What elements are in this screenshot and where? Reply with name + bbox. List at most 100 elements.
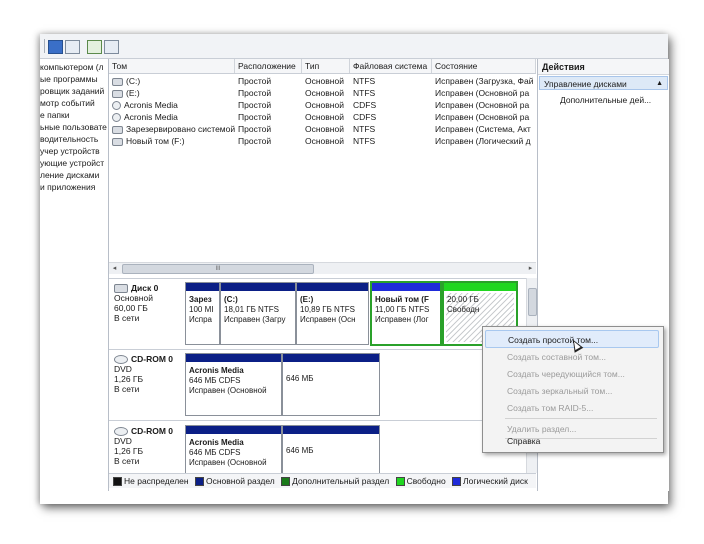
legend-swatch	[281, 477, 291, 487]
menu-item-new-raid5-volume[interactable]: Создать том RAID-5...	[485, 399, 659, 417]
nav-item-task-scheduler[interactable]: ровщик заданий	[40, 85, 104, 97]
partition-f-logical[interactable]: Новый том (F 11,00 ГБ NTFS Исправен (Лог	[370, 281, 442, 346]
legend-item: Основной раздел	[194, 474, 275, 488]
table-row[interactable]: (C:) Простой Основной NTFS Исправен (Заг…	[109, 75, 536, 87]
legend-swatch	[113, 477, 122, 487]
nav-item-performance[interactable]: водительность	[40, 133, 98, 145]
volume-status: Исправен (Система, Акт	[435, 124, 531, 134]
menu-separator	[505, 418, 657, 419]
actions-more[interactable]: Дополнительные дей...	[560, 94, 651, 106]
refresh-icon[interactable]	[87, 40, 102, 54]
disk-icon	[114, 284, 128, 294]
volume-filesystem: CDFS	[353, 112, 377, 122]
partition-cd-size[interactable]: 646 МБ	[282, 425, 380, 474]
volume-layout: Простой	[238, 100, 272, 110]
volume-status: Исправен (Загрузка, Фай	[435, 76, 534, 86]
partition-bar	[297, 283, 368, 291]
actions-title: Действия	[538, 59, 669, 75]
nav-item-computer-management[interactable]: компьютером (л	[40, 61, 104, 73]
volume-filesystem: CDFS	[353, 100, 377, 110]
collapse-arrow-icon[interactable]: ▲	[656, 77, 663, 91]
volume-status: Исправен (Основной ра	[435, 88, 530, 98]
volume-filesystem: NTFS	[353, 124, 376, 134]
column-header-filesystem[interactable]: Файловая система	[350, 59, 432, 73]
scroll-left-icon[interactable]: ◂	[109, 263, 120, 274]
nav-item-shared-folders[interactable]: е папки	[40, 109, 70, 121]
column-header-type[interactable]: Тип	[302, 59, 350, 73]
table-row[interactable]: Acronis Media Простой Основной CDFS Испр…	[109, 99, 536, 111]
menu-item-help[interactable]: Справка	[485, 432, 659, 450]
volume-layout: Простой	[238, 88, 272, 98]
toolbar-separator	[44, 39, 45, 53]
volume-list-hscrollbar[interactable]: ◂ III ▸	[109, 262, 536, 274]
partition-acronis-media[interactable]: Acronis Media 646 МБ CDFS Исправен (Основн…	[185, 353, 282, 416]
disk-icon	[112, 137, 123, 146]
column-header-volume[interactable]: Том	[109, 59, 235, 73]
hscroll-thumb[interactable]: III	[122, 264, 314, 274]
table-row[interactable]: Acronis Media Простой Основной CDFS Испр…	[109, 111, 536, 123]
nav-item-disk-management[interactable]: ление дисками	[40, 169, 99, 181]
disk-icon	[112, 89, 123, 98]
volume-status: Исправен (Основной ра	[435, 112, 530, 122]
nav-item-programs[interactable]: ые программы	[40, 73, 98, 85]
nav-item-applications[interactable]: и приложения	[40, 181, 95, 193]
help-icon[interactable]	[48, 40, 63, 54]
volume-type: Основной	[305, 124, 344, 134]
toolbar	[40, 34, 668, 59]
column-header-layout[interactable]: Расположение	[235, 59, 302, 73]
cdrom-0-label[interactable]: CD-ROM 0 DVD 1,26 ГБ В сети	[114, 354, 180, 394]
legend-swatch	[194, 477, 204, 487]
menu-item-new-striped-volume[interactable]: Создать чередующийся том...	[485, 365, 659, 383]
column-header-status[interactable]: Состояние	[432, 59, 536, 73]
actions-disk-management[interactable]: Управление дисками ▲	[539, 76, 668, 90]
volume-layout: Простой	[238, 136, 272, 146]
nav-item-event-viewer[interactable]: мотр событий	[40, 97, 95, 109]
volume-name: Зарезервировано системой	[109, 123, 235, 135]
disk-separator	[109, 420, 526, 421]
partition-bar	[283, 354, 379, 362]
partition-cd-size[interactable]: 646 МБ	[282, 353, 380, 416]
volume-type: Основной	[305, 100, 344, 110]
disk-graphical-view: Диск 0 Основной 60,00 ГБ В сети Зарез 100…	[109, 278, 526, 474]
partition-bar	[186, 354, 281, 362]
vscroll-thumb[interactable]	[528, 288, 537, 316]
legend-item: Логический диск	[452, 474, 528, 488]
console-icon[interactable]	[65, 40, 80, 54]
volume-filesystem: NTFS	[353, 136, 376, 146]
partition-e[interactable]: (E:) 10,89 ГБ NTFS Исправен (Осн	[296, 282, 369, 345]
table-row[interactable]: (E:) Простой Основной NTFS Исправен (Осн…	[109, 87, 536, 99]
cdrom-0-label-second[interactable]: CD-ROM 0 DVD 1,26 ГБ В сети	[114, 426, 180, 466]
disk-icon	[112, 77, 123, 86]
nav-item-device-manager[interactable]: учер устройств	[40, 145, 100, 157]
scroll-right-icon[interactable]: ▸	[525, 263, 536, 274]
disk-0-label[interactable]: Диск 0 Основной 60,00 ГБ В сети	[114, 283, 180, 323]
disk-icon	[112, 125, 123, 134]
partition-bar	[372, 283, 440, 291]
volume-type: Основной	[305, 88, 344, 98]
volume-filesystem: NTFS	[353, 88, 376, 98]
volume-status: Исправен (Логический д	[435, 136, 531, 146]
partition-bar	[221, 283, 295, 291]
menu-item-new-mirrored-volume[interactable]: Создать зеркальный том...	[485, 382, 659, 400]
cd-icon	[114, 355, 128, 365]
volume-name: (E:)	[109, 87, 235, 99]
volume-filesystem: NTFS	[353, 76, 376, 86]
table-row[interactable]: Зарезервировано системой Простой Основно…	[109, 123, 536, 135]
table-row[interactable]: Новый том (F:) Простой Основной NTFS Исп…	[109, 135, 536, 147]
menu-item-new-spanned-volume[interactable]: Создать составной том...	[485, 348, 659, 366]
properties-icon[interactable]	[104, 40, 119, 54]
nav-item-storage-devices[interactable]: ующие устройст	[40, 157, 104, 169]
partition-bar	[283, 426, 379, 434]
legend: Не распределен Основной раздел Дополните…	[109, 473, 536, 488]
volume-name: Новый том (F:)	[109, 135, 235, 147]
partition-acronis-media[interactable]: Acronis Media 646 МБ CDFS Исправен (Основн…	[185, 425, 282, 474]
volume-type: Основной	[305, 76, 344, 86]
partition-reserved[interactable]: Зарез 100 МІ Испра	[185, 282, 220, 345]
partition-bar	[444, 283, 516, 291]
legend-swatch	[452, 477, 462, 487]
volume-name: Acronis Media	[109, 111, 235, 123]
nav-item-local-users[interactable]: ьные пользовате	[40, 121, 107, 133]
legend-swatch	[395, 477, 405, 487]
partition-c[interactable]: (C:) 18,01 ГБ NTFS Исправен (Загру	[220, 282, 296, 345]
cd-icon	[112, 113, 121, 123]
